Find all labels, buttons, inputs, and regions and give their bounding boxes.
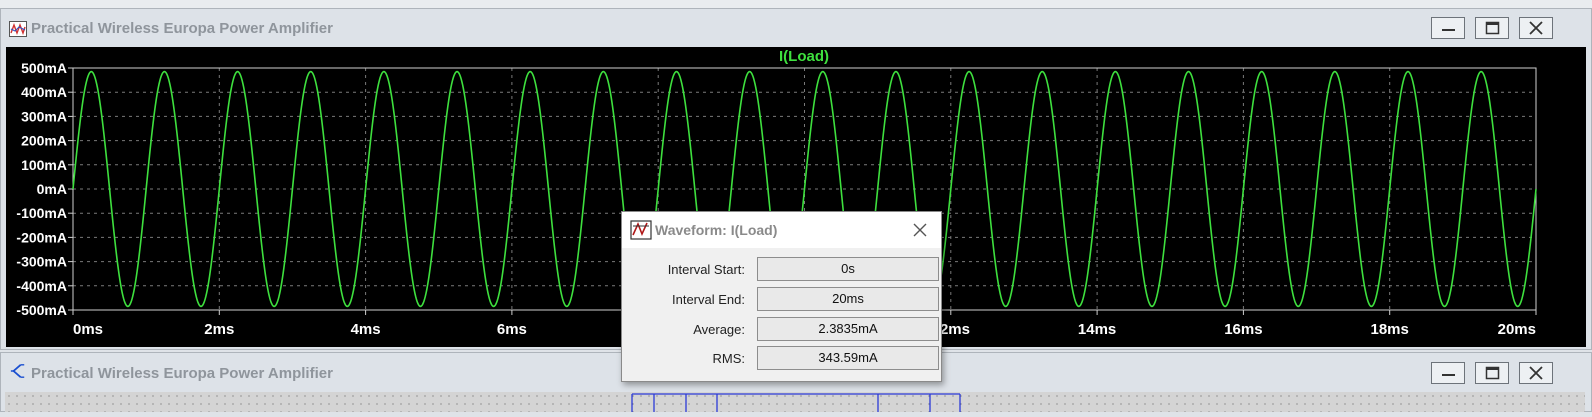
y-tick-label: 400mA (21, 84, 67, 100)
y-tick-label: 100mA (21, 157, 67, 173)
dialog-title: Waveform: I(Load) (655, 222, 778, 238)
window-title: Practical Wireless Europa Power Amplifie… (31, 20, 333, 37)
schematic-wires (631, 393, 961, 412)
window-title: Practical Wireless Europa Power Amplifie… (31, 365, 333, 382)
minimize-button[interactable] (1431, 17, 1465, 39)
minimize-button[interactable] (1431, 362, 1465, 384)
x-tick-label: 4ms (351, 321, 381, 338)
y-tick-label: -200mA (16, 229, 67, 245)
y-tick-label: 200mA (21, 133, 67, 149)
close-icon (1529, 366, 1543, 380)
close-button[interactable] (1519, 362, 1553, 384)
y-tick-label: 500mA (21, 60, 67, 76)
y-tick-label: 300mA (21, 108, 67, 124)
x-tick-label: 2ms (204, 321, 234, 338)
x-tick-label: 18ms (1371, 321, 1409, 338)
waveform-titlebar[interactable]: Practical Wireless Europa Power Amplifie… (1, 9, 1591, 47)
waveform-viewer-icon (9, 21, 27, 37)
close-button[interactable] (1519, 17, 1553, 39)
y-tick-label: 0mA (37, 181, 67, 197)
close-icon (1529, 21, 1543, 35)
dialog-titlebar[interactable]: Waveform: I(Load) (622, 212, 941, 248)
x-tick-label: 16ms (1224, 321, 1262, 338)
waveform-dialog: Waveform: I(Load) Interval Start: 0s Int… (621, 211, 942, 382)
close-icon[interactable] (909, 220, 931, 240)
average-label: Average: (693, 322, 745, 337)
rms-field[interactable]: 343.59mA (757, 346, 939, 370)
maximize-button[interactable] (1475, 17, 1509, 39)
schematic-icon (10, 364, 25, 378)
interval-start-label: Interval Start: (667, 262, 745, 277)
maximize-button[interactable] (1475, 362, 1509, 384)
y-tick-label: -100mA (16, 205, 67, 221)
ltspice-icon (630, 220, 652, 240)
x-tick-label: 20ms (1498, 321, 1536, 338)
x-tick-label: 0ms (73, 321, 103, 338)
y-tick-label: -500mA (16, 302, 67, 318)
x-tick-label: 6ms (497, 321, 527, 338)
y-tick-label: -300mA (16, 254, 67, 270)
maximize-icon (1485, 21, 1500, 35)
x-tick-label: 14ms (1078, 321, 1116, 338)
rms-label: RMS: (712, 351, 746, 366)
interval-end-field[interactable]: 20ms (757, 287, 939, 311)
interval-end-label: Interval End: (672, 292, 745, 307)
maximize-icon (1485, 366, 1500, 380)
minimize-icon (1442, 29, 1455, 31)
chart-title: I(Load) (779, 48, 829, 65)
minimize-icon (1442, 374, 1455, 376)
y-tick-label: -400mA (16, 278, 67, 294)
average-field[interactable]: 2.3835mA (757, 317, 939, 341)
interval-start-field[interactable]: 0s (757, 257, 939, 281)
schematic-canvas[interactable] (5, 392, 1585, 412)
